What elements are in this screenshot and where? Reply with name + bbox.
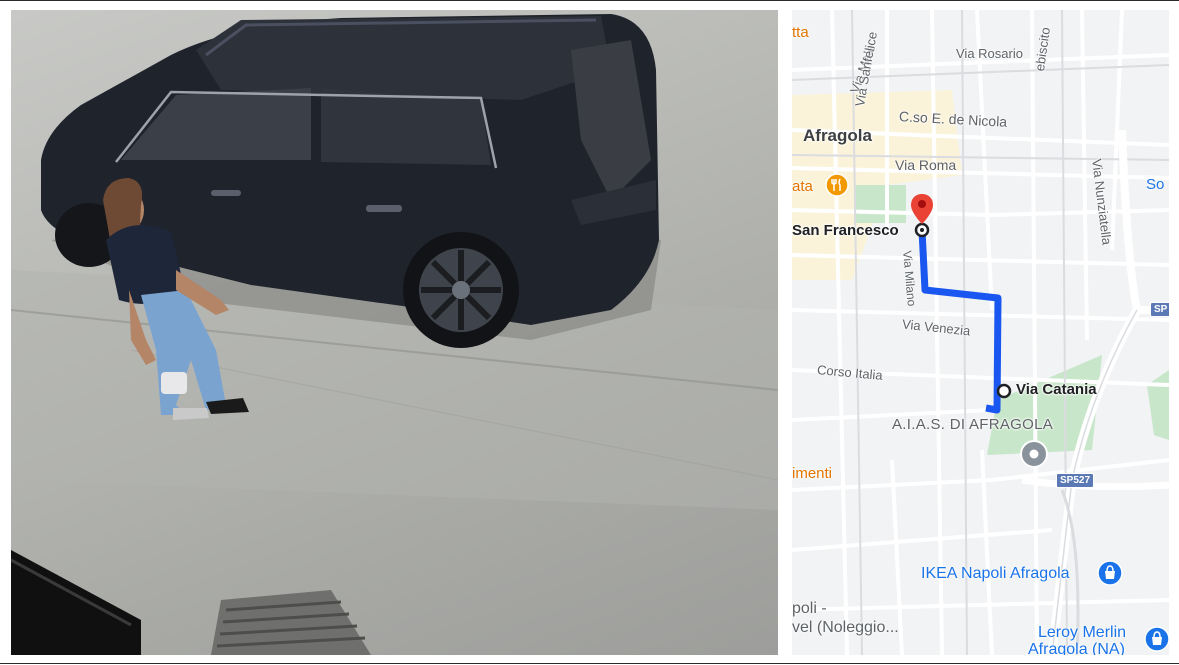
- map-roads: [792, 10, 1169, 655]
- label-via-catania: Via Catania: [1016, 381, 1097, 398]
- label-tta: tta: [792, 24, 809, 41]
- label-via-rosario: Via Rosario: [956, 46, 1023, 61]
- top-border: [0, 0, 1179, 1]
- label-napoli-2: vel (Noleggio...: [792, 619, 899, 636]
- label-ata: ata: [792, 178, 813, 195]
- label-ikea: IKEA Napoli Afragola: [921, 565, 1070, 582]
- label-napoli-1: poli -: [792, 600, 827, 617]
- bottom-border: [0, 663, 1179, 664]
- badge-sp527: SP527: [1056, 473, 1095, 488]
- label-menti: imenti: [792, 465, 833, 482]
- photo-scene: [11, 14, 778, 655]
- label-so: So: [1146, 176, 1165, 193]
- label-afragola: Afragola: [803, 126, 872, 145]
- destination-pin-icon[interactable]: [910, 193, 934, 225]
- label-leroy-2: Afragola (NA): [1028, 641, 1125, 655]
- leroy-shop-icon[interactable]: [1144, 626, 1169, 652]
- restaurant-icon[interactable]: [825, 173, 849, 197]
- label-san-francesco: San Francesco: [792, 222, 899, 239]
- label-aias: A.I.A.S. DI AFRAGOLA: [892, 416, 1054, 433]
- map-panel[interactable]: tta Via Mele Via Sanfelice Via Rosario e…: [792, 10, 1169, 655]
- aias-place-icon[interactable]: [1019, 439, 1049, 473]
- ikea-shop-icon[interactable]: [1097, 560, 1123, 586]
- surveillance-photo: [11, 10, 778, 655]
- label-leroy-1: Leroy Merlin: [1038, 624, 1127, 641]
- label-via-roma: Via Roma: [895, 157, 957, 173]
- badge-sp: SP: [1150, 302, 1169, 317]
